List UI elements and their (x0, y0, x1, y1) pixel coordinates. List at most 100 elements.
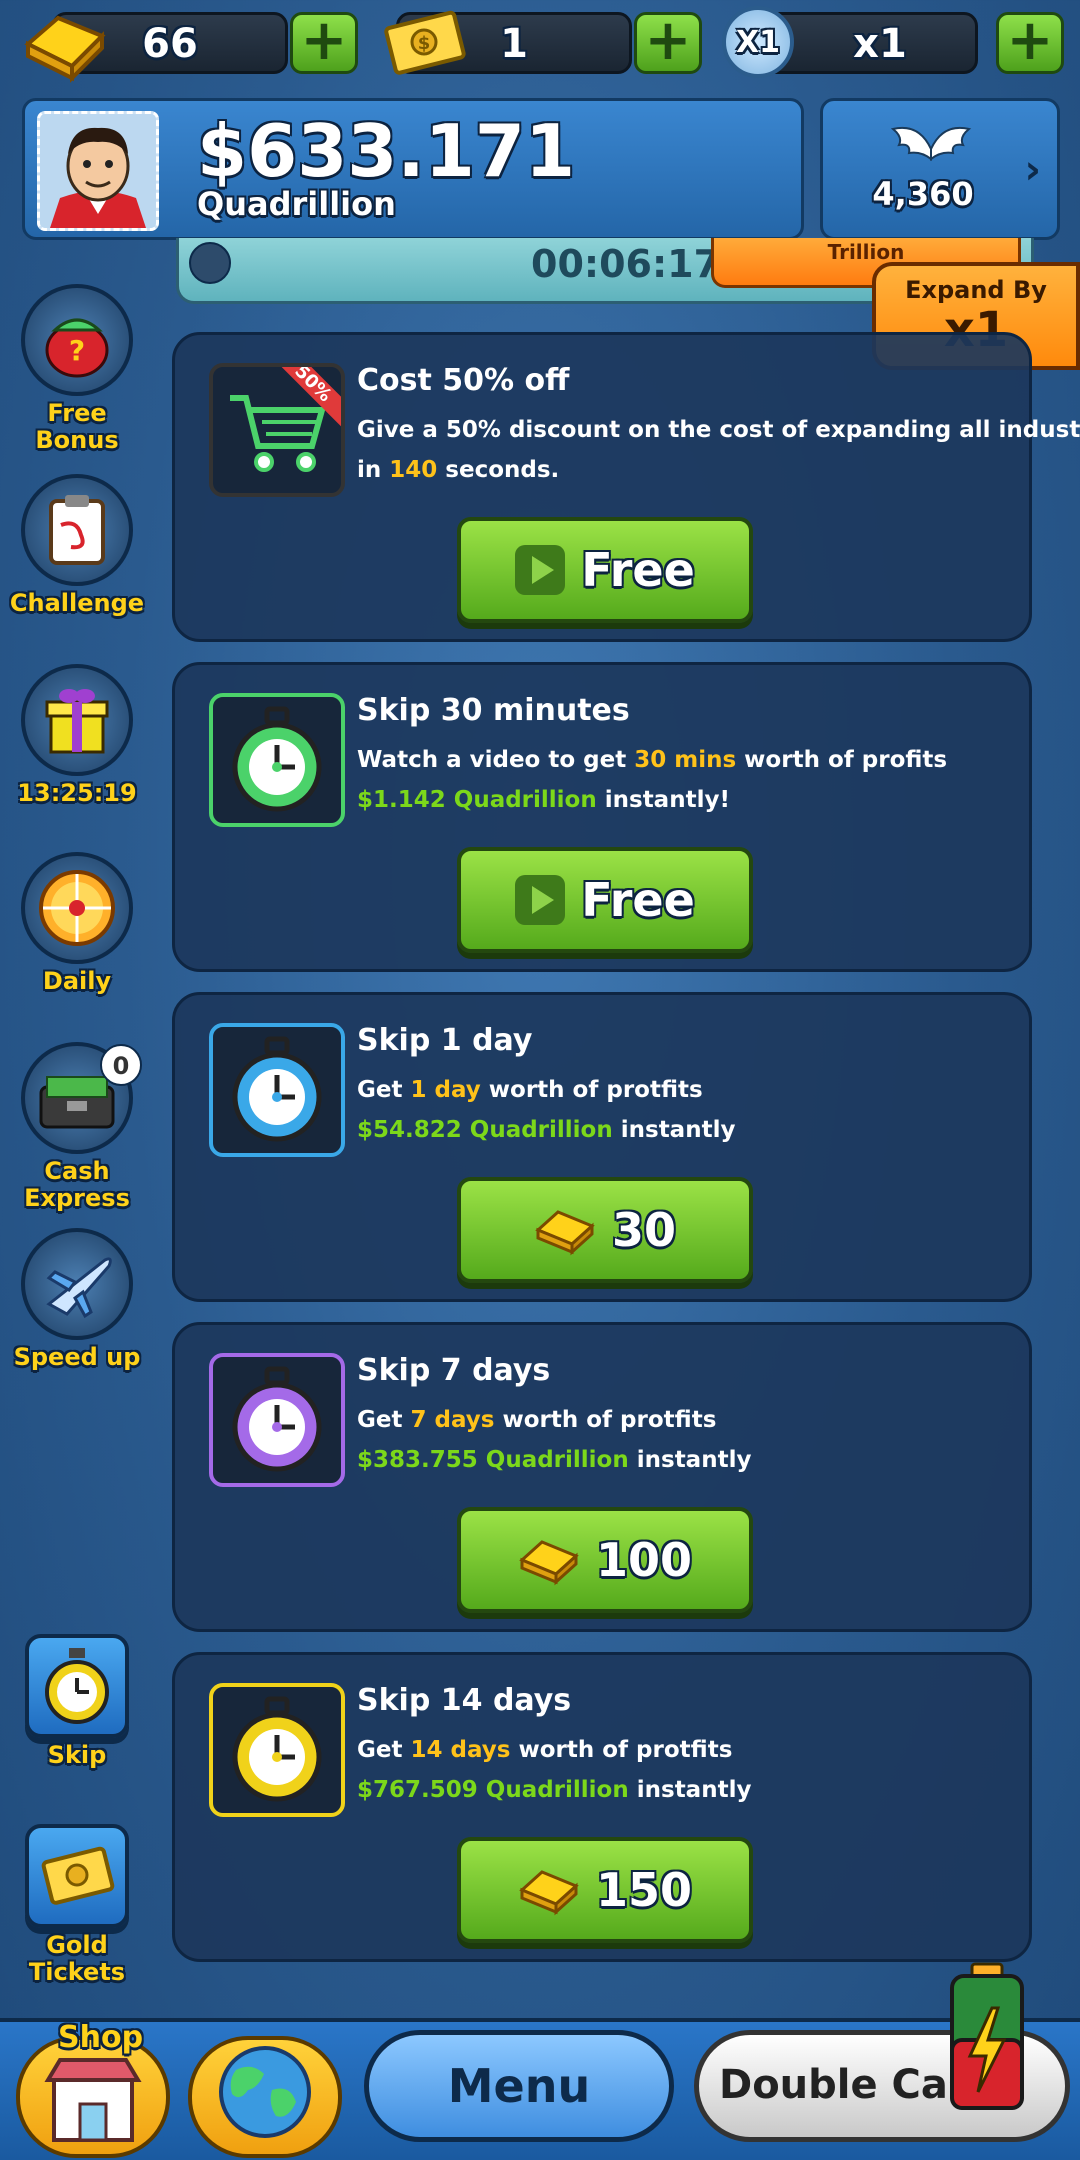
gold-bar-icon (519, 1540, 579, 1586)
card-description: Get 14 days worth of protfits (357, 1737, 732, 1763)
card-reward-amount: $1.142 Quadrillion (357, 787, 597, 813)
gold-bar-icon (535, 1210, 595, 1256)
button-label: Free (581, 543, 695, 597)
buy-with-gold-button[interactable]: 150 (457, 1837, 753, 1943)
timer-text: 00:06:17 (531, 242, 721, 286)
offer-card-cost-50: 50% Cost 50% off Give a 50% discount on … (172, 332, 1080, 642)
gold-ticket-icon (25, 1824, 129, 1928)
yellow-stopwatch-icon (209, 1683, 345, 1817)
play-video-icon (515, 545, 566, 595)
side-label-cash-express: Cash Express (24, 1157, 130, 1212)
offer-card-skip-14-days: Skip 14 days Get 14 days worth of protfi… (172, 1652, 1032, 1962)
expand-by-label: Expand By (905, 276, 1047, 304)
card-reward-suffix: instantly (628, 1777, 752, 1803)
money-panel: $633.171 Quadrillion (22, 98, 804, 240)
chevron-right-icon: › (1024, 147, 1041, 193)
card-description-suffix: worth of protfits (494, 1407, 717, 1433)
shop-icon (44, 2058, 142, 2142)
card-reward: $767.509 Quadrillion instantly (357, 1777, 751, 1803)
card-reward-suffix: instantly (612, 1117, 736, 1143)
cash-express-badge: 0 (100, 1044, 142, 1086)
side-label-gift-timer: 13:25:19 (17, 779, 137, 807)
money-unit: Quadrillion (197, 185, 396, 223)
lucky-bag-icon: ? (21, 284, 133, 396)
buy-with-gold-button[interactable]: 100 (457, 1507, 753, 1613)
menu-label: Menu (447, 2059, 591, 2113)
card-description-prefix: Get (357, 1077, 411, 1103)
globe-icon (219, 2046, 311, 2138)
side-item-skip[interactable]: Skip (8, 1634, 146, 1769)
card-description-suffix: worth of protfits (510, 1737, 733, 1763)
add-cash-ticket-button[interactable]: + (634, 12, 702, 74)
side-label-gold-tickets: Gold Tickets (28, 1931, 126, 1986)
card-title: Skip 7 days (357, 1353, 551, 1388)
buy-with-gold-button[interactable]: 30 (457, 1177, 753, 1283)
multiplier-value: x1 (853, 21, 907, 67)
button-label: 30 (611, 1203, 676, 1257)
purple-stopwatch-icon (209, 1353, 345, 1487)
multiplier-icon: X1 (722, 6, 794, 78)
card-title: Skip 14 days (357, 1683, 572, 1718)
card-reward-amount: $54.822 Quadrillion (357, 1117, 613, 1143)
card-reward-amount: $383.755 Quadrillion (357, 1447, 629, 1473)
svg-text:?: ? (69, 334, 85, 367)
world-button[interactable] (188, 2036, 342, 2158)
gift-box-icon (21, 664, 133, 776)
card-duration-value: 140 (389, 457, 438, 483)
offer-card-skip-7-days: Skip 7 days Get 7 days worth of protfits… (172, 1322, 1032, 1632)
green-stopwatch-icon (209, 693, 345, 827)
clipboard-icon (21, 474, 133, 586)
play-video-icon (515, 875, 566, 925)
add-multiplier-button[interactable]: + (996, 12, 1064, 74)
offer-card-skip-30-min: Skip 30 minutes Watch a video to get 30 … (172, 662, 1032, 972)
free-video-button[interactable]: Free (457, 847, 753, 953)
avatar[interactable] (37, 111, 159, 231)
card-description-prefix: Get (357, 1737, 411, 1763)
card-description-highlight: 7 days (410, 1407, 495, 1433)
card-duration-suffix: seconds. (437, 457, 560, 483)
side-item-free-bonus[interactable]: ? Free Bonus (8, 284, 146, 454)
total-money: $633.171 (197, 109, 576, 193)
card-description: Get 1 day worth of protfits (357, 1077, 703, 1103)
wings-count: 4,360 (872, 175, 974, 213)
shopping-cart-icon: 50% (209, 363, 345, 497)
offer-card-skip-1-day: Skip 1 day Get 1 day worth of protfits $… (172, 992, 1032, 1302)
button-label: 100 (595, 1533, 693, 1587)
shop-label: Shop (58, 2020, 144, 2055)
card-description-highlight: 14 days (410, 1737, 511, 1763)
card-description-text: Give a 50% discount on the cost of expan… (357, 417, 1080, 443)
blue-stopwatch-icon (209, 1023, 345, 1157)
card-description-highlight: 30 mins (634, 747, 737, 773)
side-item-challenge[interactable]: Challenge (8, 474, 146, 617)
free-video-button[interactable]: Free (457, 517, 753, 623)
button-label: 150 (595, 1863, 693, 1917)
button-label: Free (581, 873, 695, 927)
manager-icon (189, 242, 231, 284)
side-label-skip: Skip (47, 1741, 107, 1769)
resource-bar: 66 + 1 $ + x1 X1 + (0, 0, 1080, 90)
card-description-suffix: worth of profits (736, 747, 948, 773)
card-reward: $1.142 Quadrillion instantly! (357, 787, 730, 813)
add-gold-button[interactable]: + (290, 12, 358, 74)
side-item-speed-up[interactable]: Speed up (8, 1228, 146, 1371)
businessman-avatar-icon (40, 114, 156, 228)
menu-button[interactable]: Menu (364, 2030, 674, 2142)
side-item-gift-timer[interactable]: 13:25:19 (8, 664, 146, 807)
card-description-prefix: Watch a video to get (357, 747, 635, 773)
cash-ticket-icon: $ (384, 10, 466, 75)
card-reward-amount: $767.509 Quadrillion (357, 1777, 629, 1803)
side-item-daily[interactable]: Daily (8, 852, 146, 995)
side-item-gold-tickets[interactable]: Gold Tickets (8, 1824, 146, 1986)
gold-value: 66 (142, 21, 198, 67)
side-label-challenge: Challenge (9, 589, 145, 617)
wings-panel[interactable]: 4,360 › (820, 98, 1060, 240)
card-reward: $383.755 Quadrillion instantly (357, 1447, 751, 1473)
card-description: Give a 50% discount on the cost of expan… (357, 417, 1080, 443)
gold-bar-icon (519, 1870, 579, 1916)
card-reward-suffix: instantly (628, 1447, 752, 1473)
side-item-cash-express[interactable]: 0 Cash Express (8, 1042, 146, 1212)
wheel-icon (21, 852, 133, 964)
gold-bar-icon (24, 15, 106, 83)
card-description-prefix: Get (357, 1407, 411, 1433)
wings-icon (890, 127, 972, 162)
